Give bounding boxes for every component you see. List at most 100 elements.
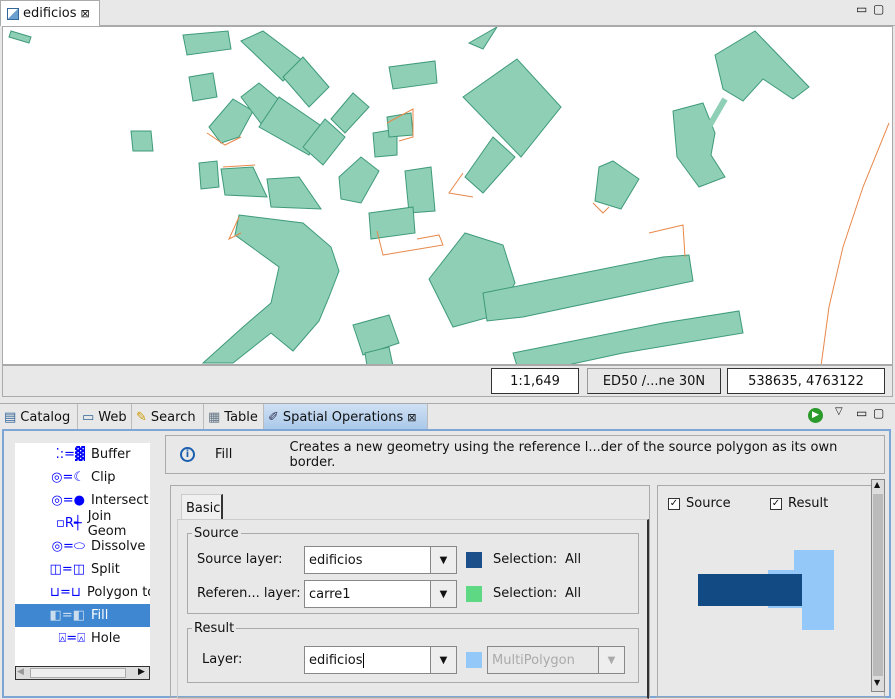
tab-catalog[interactable]: ▤ Catalog xyxy=(0,404,78,430)
map-icon xyxy=(7,7,19,20)
scale-field[interactable]: 1:1,649 xyxy=(491,368,579,394)
chevron-down-icon[interactable]: ▼ xyxy=(430,547,456,573)
source-geometry xyxy=(698,574,802,606)
run-icon[interactable]: ▶ xyxy=(808,408,823,423)
scrollbar-thumb[interactable] xyxy=(30,668,126,678)
source-color-swatch[interactable] xyxy=(466,552,482,568)
tab-label: Search xyxy=(150,409,196,425)
op-label: Intersect xyxy=(91,493,149,508)
check-icon: ✓ xyxy=(668,497,680,510)
operation-form: Basic Source Source layer: edificios ▼ Se… xyxy=(170,485,650,699)
operation-description: Creates a new geometry using the referen… xyxy=(289,439,838,470)
chevron-down-icon[interactable]: ▼ xyxy=(430,581,456,607)
scroll-right-icon[interactable]: ▶ xyxy=(138,667,145,677)
tab-label: Table xyxy=(224,409,258,425)
map-canvas[interactable] xyxy=(2,26,893,365)
scroll-up-icon[interactable]: ▲ xyxy=(874,480,880,489)
op-label: Fill xyxy=(91,608,109,623)
tab-basic[interactable]: Basic xyxy=(181,494,223,520)
op-label: Dissolve xyxy=(91,539,146,554)
op-label: Polygon to xyxy=(87,585,150,600)
chevron-down-icon[interactable]: ▼ xyxy=(430,647,456,673)
ruler-icon: ✐ xyxy=(268,409,279,425)
view-menu-icon[interactable]: ▽ xyxy=(835,406,843,417)
checkbox-label: Result xyxy=(788,496,829,511)
editor-tab-bar: edificios ⊠ ▭ ▢ xyxy=(0,0,895,26)
source-layer-label: Source layer: xyxy=(197,552,283,567)
close-icon[interactable]: ⊠ xyxy=(81,7,90,20)
tab-label: Basic xyxy=(186,501,221,516)
coordinates-display: 538635, 4763122 xyxy=(727,368,885,394)
source-legend: Source xyxy=(194,526,239,541)
op-join-geom[interactable]: ▫R┽ Join Geom xyxy=(15,509,150,539)
operation-name: Fill xyxy=(214,447,233,462)
scrollbar-thumb[interactable] xyxy=(873,494,883,676)
window-icon: ▭ xyxy=(82,409,95,425)
check-icon: ✓ xyxy=(770,497,782,510)
tab-label: Spatial Operations xyxy=(282,409,404,425)
split-icon: ◫=◫ xyxy=(49,562,85,577)
op-label: Buffer xyxy=(91,447,131,462)
maximize-icon[interactable]: ▢ xyxy=(873,406,884,420)
op-dissolve[interactable]: ◎=⬭ Dissolve xyxy=(15,535,150,558)
op-label: Join Geom xyxy=(87,508,127,539)
source-checkbox[interactable]: ✓ Source xyxy=(668,496,731,511)
dissolve-icon: ◎=⬭ xyxy=(51,539,85,554)
source-layer-select[interactable]: edificios ▼ xyxy=(304,546,457,574)
catalog-icon: ▤ xyxy=(4,409,17,425)
tab-search[interactable]: ✎ Search xyxy=(132,404,204,430)
op-fill[interactable]: ◧=◧ Fill xyxy=(15,604,150,627)
operations-list[interactable]: ⁚:=▓ Buffer ◎=☾ Clip ◎=● Intersect ▫R┽ Join … xyxy=(15,443,150,680)
form-vertical-scrollbar[interactable]: ▲ ▼ xyxy=(871,479,885,692)
close-icon[interactable]: ⊠ xyxy=(407,411,416,424)
search-icon: ✎ xyxy=(136,409,147,425)
source-selection-label: Selection: xyxy=(493,552,558,567)
intersect-icon: ◎=● xyxy=(51,493,85,508)
select-value: carre1 xyxy=(309,586,351,602)
crs-button[interactable]: ED50 /...ne 30N xyxy=(587,368,721,394)
reference-color-swatch[interactable] xyxy=(466,586,482,602)
minimize-icon[interactable]: ▭ xyxy=(856,2,867,16)
op-buffer[interactable]: ⁚:=▓ Buffer xyxy=(15,443,150,466)
op-label: Clip xyxy=(91,470,116,485)
fill-icon: ◧=◧ xyxy=(49,608,85,623)
op-hole[interactable]: ⍓=⍓ Hole xyxy=(15,627,150,650)
maximize-icon[interactable]: ▢ xyxy=(873,2,884,16)
tab-web[interactable]: ▭ Web xyxy=(78,404,132,430)
join-geom-icon: ▫R┽ xyxy=(56,516,82,531)
preview-panel: ✓ Source ✓ Result xyxy=(657,485,885,698)
operation-info-bar: i Fill Creates a new geometry using the … xyxy=(165,435,885,474)
status-bar: 1:1,649 ED50 /...ne 30N 538635, 4763122 xyxy=(2,365,893,397)
select-value: MultiPolygon xyxy=(492,652,575,668)
editor-tab-label: edificios xyxy=(23,6,77,21)
minimize-icon[interactable]: ▭ xyxy=(856,406,867,420)
op-split[interactable]: ◫=◫ Split xyxy=(15,558,150,581)
reference-layer-select[interactable]: carre1 ▼ xyxy=(304,580,457,608)
op-label: Split xyxy=(91,562,120,577)
reference-selection-value: All xyxy=(565,586,582,601)
checkbox-label: Source xyxy=(686,496,731,511)
info-icon: i xyxy=(180,447,195,462)
result-layer-input[interactable]: edificios ▼ xyxy=(304,646,457,674)
tab-table[interactable]: ▦ Table xyxy=(204,404,264,430)
editor-tab-edificios[interactable]: edificios ⊠ xyxy=(0,0,100,26)
reference-layer-label: Referen... layer: xyxy=(197,586,301,601)
op-polygon-to[interactable]: ⊔=⊔ Polygon to xyxy=(15,581,150,604)
op-clip[interactable]: ◎=☾ Clip xyxy=(15,466,150,489)
tab-spatial-operations[interactable]: ✐ Spatial Operations ⊠ xyxy=(264,404,428,430)
op-label: Hole xyxy=(91,631,121,646)
views-tab-bar: ▤ Catalog ▭ Web ✎ Search ▦ Table ✐ Spatial Op… xyxy=(0,403,895,430)
result-layer-label: Layer: xyxy=(202,652,243,667)
select-value: edificios xyxy=(309,552,363,568)
scroll-down-icon[interactable]: ▼ xyxy=(874,678,880,687)
select-value: edificios xyxy=(309,652,364,668)
result-checkbox[interactable]: ✓ Result xyxy=(770,496,828,511)
hole-icon: ⍓=⍓ xyxy=(58,631,86,646)
preview-graphic xyxy=(698,550,834,630)
scroll-left-icon[interactable]: ◀ xyxy=(17,667,24,677)
reference-selection-label: Selection: xyxy=(493,586,558,601)
operations-horizontal-scrollbar[interactable]: ◀ ▶ xyxy=(15,666,150,680)
tab-label: Web xyxy=(98,409,127,425)
table-icon: ▦ xyxy=(208,409,221,425)
result-color-swatch[interactable] xyxy=(466,652,482,668)
